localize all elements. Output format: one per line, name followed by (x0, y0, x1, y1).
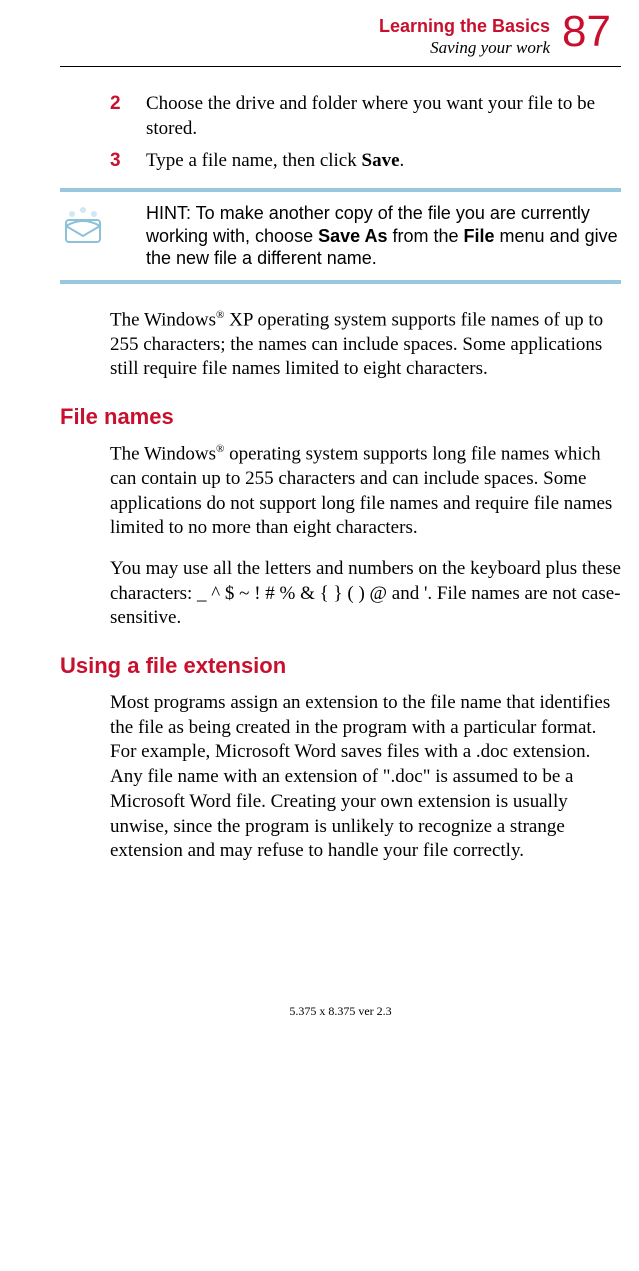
step-number: 2 (110, 92, 146, 141)
step-text: Type a file name, then click Save. (146, 149, 621, 174)
page: Learning the Basics Saving your work 87 … (0, 0, 639, 1049)
page-header: Learning the Basics Saving your work 87 (60, 10, 621, 58)
hint-block: HINT: To make another copy of the file y… (60, 202, 621, 270)
hint-divider-bottom (60, 280, 621, 284)
para-text-a: The Windows (110, 309, 216, 330)
step-3: 3 Type a file name, then click Save. (110, 149, 621, 174)
hint-divider-top (60, 188, 621, 192)
hint-bold-1: Save As (318, 226, 387, 246)
chapter-title: Learning the Basics (379, 16, 550, 38)
step-suffix: . (400, 150, 405, 171)
paragraph-extension: Most programs assign an extension to the… (110, 691, 621, 864)
hint-bold-2: File (464, 226, 495, 246)
step-bold: Save (362, 150, 400, 171)
header-rule (60, 66, 621, 67)
step-2: 2 Choose the drive and folder where you … (110, 92, 621, 141)
paragraph-long-names: The Windows® operating system supports l… (110, 442, 621, 541)
paragraph-windows-xp: The Windows® XP operating system support… (110, 308, 621, 382)
heading-file-extension: Using a file extension (60, 653, 621, 679)
heading-file-names: File names (60, 404, 621, 430)
step-text: Choose the drive and folder where you wa… (146, 92, 621, 141)
para-text-a: The Windows (110, 443, 216, 464)
step-number: 3 (110, 149, 146, 174)
section-title: Saving your work (379, 38, 550, 58)
hint-text: HINT: To make another copy of the file y… (146, 202, 621, 270)
header-text: Learning the Basics Saving your work (379, 10, 550, 58)
paragraph-characters: You may use all the letters and numbers … (110, 557, 621, 631)
footer: 5.375 x 8.375 ver 2.3 (60, 1004, 621, 1019)
step-prefix: Type a file name, then click (146, 150, 362, 171)
hint-mid: from the (387, 226, 463, 246)
hint-icon (60, 202, 110, 253)
page-number: 87 (562, 10, 611, 54)
